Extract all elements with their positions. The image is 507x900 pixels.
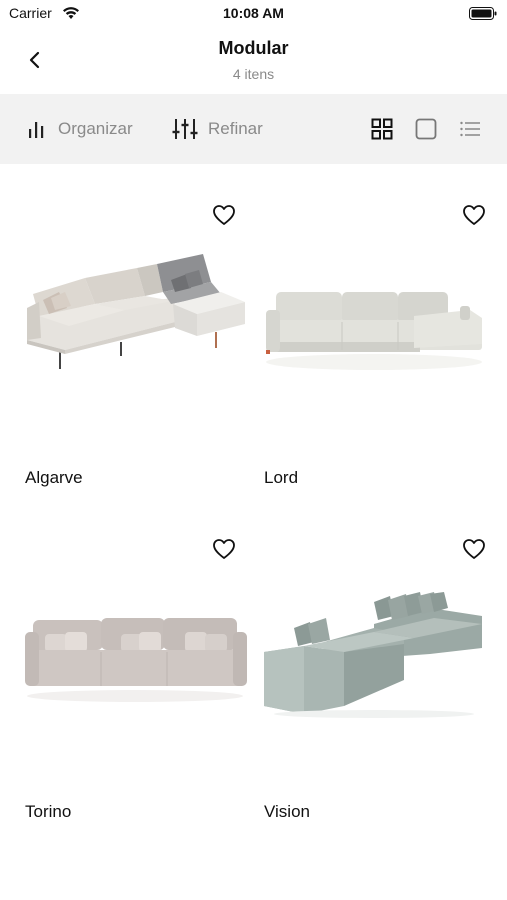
organize-label: Organizar bbox=[58, 119, 133, 138]
sofa-image-lord bbox=[266, 292, 482, 370]
clock: 10:08 AM bbox=[223, 5, 284, 21]
grid-view-button[interactable] bbox=[371, 118, 393, 140]
refine-label: Refinar bbox=[208, 119, 263, 138]
product-name: Algarve bbox=[25, 468, 83, 487]
single-view-icon bbox=[415, 118, 437, 140]
status-bar: Carrier 10:08 AM bbox=[0, 0, 507, 28]
sofa-image-algarve bbox=[27, 254, 245, 369]
list-view-button[interactable] bbox=[459, 118, 481, 140]
toolbar: Organizar Refinar bbox=[0, 94, 507, 164]
product-name: Lord bbox=[264, 468, 299, 487]
page-title: Modular bbox=[218, 38, 289, 58]
product-card-vision[interactable]: Vision bbox=[264, 498, 504, 832]
item-count: 4 itens bbox=[232, 66, 275, 82]
heart-icon[interactable] bbox=[462, 204, 486, 226]
header: Modular 4 itens bbox=[0, 28, 507, 94]
filter-sliders-icon bbox=[172, 119, 198, 139]
battery-icon bbox=[469, 7, 497, 20]
heart-icon[interactable] bbox=[212, 538, 236, 560]
product-name: Torino bbox=[25, 802, 72, 821]
list-view-icon bbox=[460, 121, 480, 137]
single-view-button[interactable] bbox=[415, 118, 437, 140]
organize-button[interactable]: Organizar bbox=[26, 94, 133, 164]
sort-bars-icon bbox=[29, 122, 44, 138]
refine-button[interactable]: Refinar bbox=[172, 94, 263, 164]
heart-icon[interactable] bbox=[462, 538, 486, 560]
product-name: Vision bbox=[264, 802, 310, 821]
sofa-image-vision bbox=[264, 592, 482, 718]
product-card-lord[interactable]: Lord bbox=[264, 164, 504, 498]
sofa-image-torino bbox=[25, 618, 247, 702]
heart-icon[interactable] bbox=[212, 204, 236, 226]
grid-view-icon bbox=[371, 118, 393, 140]
product-card-algarve[interactable]: Algarve bbox=[0, 164, 245, 498]
product-card-torino[interactable]: Torino bbox=[0, 498, 247, 832]
